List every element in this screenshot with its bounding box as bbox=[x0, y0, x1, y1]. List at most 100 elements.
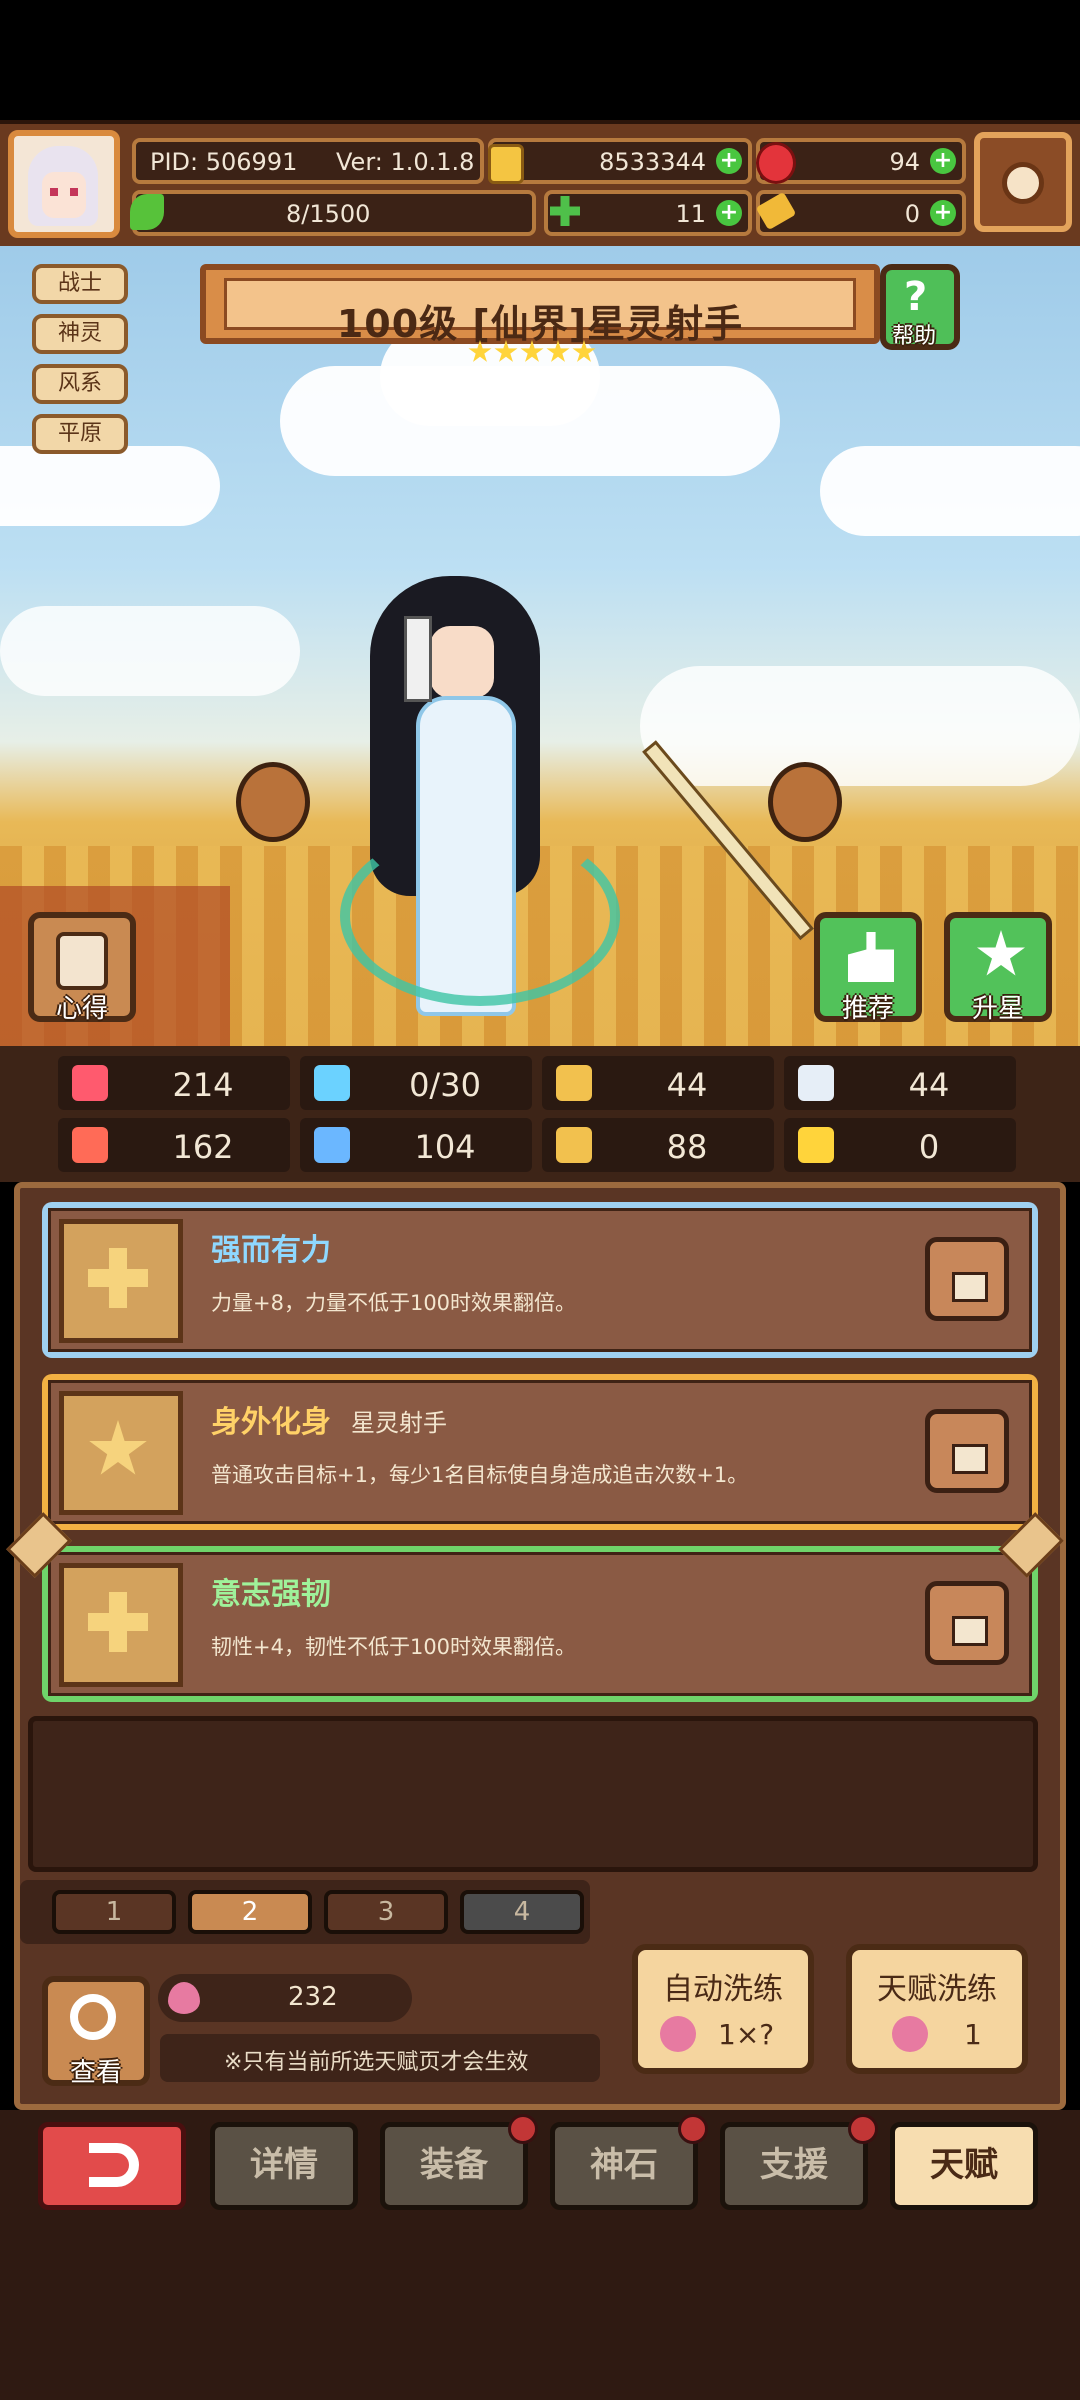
unlock-button[interactable] bbox=[925, 1581, 1009, 1665]
recommend-button[interactable]: 推荐 bbox=[814, 912, 922, 1024]
left-orb-icon[interactable] bbox=[236, 762, 310, 842]
talent-description: 普通攻击目标+1，每少1名目标使自身造成追击次数+1。 bbox=[211, 1463, 749, 1487]
rating-star-icon bbox=[572, 340, 596, 362]
talent-name: 意志强韧 bbox=[211, 1577, 331, 1612]
stat-value: 0/30 bbox=[409, 1066, 481, 1104]
shield-icon bbox=[556, 1065, 592, 1101]
add-gold-button[interactable]: + bbox=[716, 148, 742, 174]
talent-name: 强而有力 bbox=[211, 1233, 331, 1268]
hero-character[interactable] bbox=[340, 546, 620, 1026]
nav-tab[interactable]: 天赋 bbox=[890, 2122, 1038, 2210]
hero-face bbox=[430, 626, 494, 698]
help-button[interactable]: ? 帮助 bbox=[880, 264, 960, 350]
right-orb-icon[interactable] bbox=[768, 762, 842, 842]
tag-terrain: 平原 bbox=[32, 414, 128, 454]
talent-icon-frame bbox=[59, 1563, 183, 1687]
player-avatar[interactable] bbox=[8, 130, 120, 238]
unlock-button[interactable] bbox=[925, 1409, 1009, 1493]
stat-cell: 0 bbox=[784, 1118, 1016, 1172]
notification-dot bbox=[508, 2114, 538, 2144]
stat-value: 0 bbox=[918, 1128, 940, 1166]
talent-card[interactable]: 意志强韧韧性+4，韧性不低于100时效果翻倍。 bbox=[42, 1546, 1038, 1702]
scroll-icon bbox=[56, 932, 108, 990]
key-amount: 0 bbox=[904, 200, 920, 228]
back-button[interactable] bbox=[38, 2122, 186, 2210]
red-gem-icon bbox=[756, 142, 796, 184]
gear-icon bbox=[1002, 162, 1044, 204]
add-gem-button[interactable]: + bbox=[930, 148, 956, 174]
stat-value: 44 bbox=[666, 1066, 708, 1104]
water-drop-icon bbox=[314, 1065, 350, 1101]
talent-page-tab[interactable]: 4 bbox=[460, 1890, 584, 1934]
floating-blade bbox=[404, 616, 432, 702]
star-icon bbox=[89, 1420, 147, 1475]
help-label: 帮助 bbox=[892, 324, 937, 349]
stamina-amount: 8/1500 bbox=[286, 200, 371, 228]
key-icon bbox=[755, 191, 797, 231]
talent-description: 力量+8，力量不低于100时效果翻倍。 bbox=[211, 1291, 577, 1315]
talent-card[interactable]: 强而有力力量+8，力量不低于100时效果翻倍。 bbox=[42, 1202, 1038, 1358]
nav-tab[interactable]: 装备 bbox=[380, 2122, 528, 2210]
talent-card[interactable]: 身外化身 星灵射手 普通攻击目标+1，每少1名目标使自身造成追击次数+1。 bbox=[42, 1374, 1038, 1530]
magnifier-icon bbox=[70, 1994, 116, 2040]
plus-icon bbox=[88, 1248, 148, 1308]
top-status-bar: PID: 506991 Ver: 1.0.1.8 8533344 + 94 + … bbox=[0, 120, 1080, 250]
nav-tab[interactable]: 支援 bbox=[720, 2122, 868, 2210]
wing-icon bbox=[798, 1065, 834, 1101]
settings-button[interactable] bbox=[974, 132, 1072, 232]
stat-cell: 44 bbox=[784, 1056, 1016, 1110]
page-effect-note: ※只有当前所选天赋页才会生效 bbox=[224, 2050, 529, 2075]
notification-dot bbox=[678, 2114, 708, 2144]
cloud bbox=[820, 446, 1080, 536]
version-text: Ver: 1.0.1.8 bbox=[336, 148, 475, 176]
stat-cell: 214 bbox=[58, 1056, 290, 1110]
talent-page-tab[interactable]: 1 bbox=[52, 1890, 176, 1934]
gold-cell: 8533344 + bbox=[488, 138, 752, 184]
clover-icon bbox=[550, 196, 580, 226]
nav-tab[interactable]: 详情 bbox=[210, 2122, 358, 2210]
talent-name: 身外化身 bbox=[211, 1405, 331, 1440]
nav-tab[interactable]: 神石 bbox=[550, 2122, 698, 2210]
tag-class: 战士 bbox=[32, 264, 128, 304]
talent-page-tab[interactable]: 3 bbox=[324, 1890, 448, 1934]
question-mark-icon: ? bbox=[904, 274, 928, 320]
tag-element: 风系 bbox=[32, 364, 128, 404]
pid-version-cell: PID: 506991 Ver: 1.0.1.8 bbox=[132, 138, 484, 184]
back-arrow-icon bbox=[89, 2143, 139, 2187]
insight-button[interactable]: 心得 bbox=[28, 912, 136, 1024]
upstar-button[interactable]: 升星 bbox=[944, 912, 1052, 1024]
add-key-button[interactable]: + bbox=[930, 200, 956, 226]
tag-race: 神灵 bbox=[32, 314, 128, 354]
clover-cell: 11 + bbox=[544, 190, 752, 236]
insight-label: 心得 bbox=[56, 994, 109, 1024]
add-clover-button[interactable]: + bbox=[716, 200, 742, 226]
stat-value: 44 bbox=[908, 1066, 950, 1104]
talent-refine-button[interactable]: 天赋洗练 1 bbox=[846, 1944, 1028, 2074]
stat-value: 214 bbox=[172, 1066, 234, 1104]
stat-cell: 44 bbox=[542, 1056, 774, 1110]
note-cell: ※只有当前所选天赋页才会生效 bbox=[160, 2034, 600, 2082]
cloud bbox=[0, 446, 220, 526]
stamina-cell: 8/1500 bbox=[130, 190, 536, 236]
avatar-eye bbox=[70, 188, 78, 196]
talent-card-body: 意志强韧韧性+4，韧性不低于100时效果翻倍。 bbox=[48, 1552, 1032, 1696]
stat-value: 88 bbox=[666, 1128, 708, 1166]
book-icon bbox=[314, 1127, 350, 1163]
peach-icon bbox=[660, 2016, 696, 2052]
view-button[interactable]: 查看 bbox=[42, 1976, 150, 2088]
rating-star-icon bbox=[520, 340, 544, 362]
unlock-button[interactable] bbox=[925, 1237, 1009, 1321]
peach-count: 232 bbox=[288, 1982, 338, 2012]
auto-refine-button[interactable]: 自动洗练 1×? bbox=[632, 1944, 814, 2074]
rating-star-icon bbox=[468, 340, 492, 362]
banner-inner: 100级 [仙界]星灵射手 bbox=[224, 278, 856, 346]
stat-cell: 162 bbox=[58, 1118, 290, 1172]
stat-value: 162 bbox=[172, 1128, 234, 1166]
talent-refine-cost: 1 bbox=[964, 2018, 982, 2051]
clover-amount: 11 bbox=[675, 200, 706, 228]
talent-description: 韧性+4，韧性不低于100时效果翻倍。 bbox=[211, 1635, 577, 1659]
view-label: 查看 bbox=[70, 2058, 123, 2088]
plus-icon bbox=[88, 1592, 148, 1652]
gem-cell: 94 + bbox=[756, 138, 966, 184]
talent-page-tab[interactable]: 2 bbox=[188, 1890, 312, 1934]
